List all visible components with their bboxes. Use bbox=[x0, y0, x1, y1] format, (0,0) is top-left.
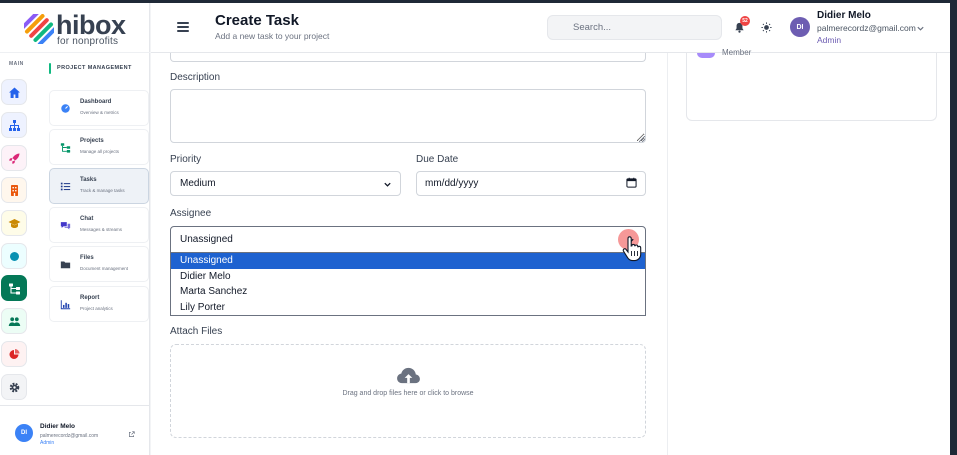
priority-value: Medium bbox=[180, 178, 216, 189]
menu-toggle-icon[interactable] bbox=[177, 22, 189, 32]
sidebar-item-description: Project analytics bbox=[80, 306, 113, 311]
chat-icon bbox=[60, 222, 71, 230]
sidebar-item-description: Overview & metrics bbox=[80, 110, 119, 115]
assignee-option[interactable]: Marta Sanchez bbox=[171, 284, 645, 300]
app-logo[interactable]: hibox for nonprofits bbox=[24, 10, 134, 47]
rocket-icon bbox=[8, 153, 19, 164]
top-header: Create Task Add a new task to your proje… bbox=[151, 3, 950, 53]
section-accent-bar bbox=[49, 63, 51, 74]
gear-icon bbox=[9, 382, 19, 392]
hand-cursor-icon bbox=[622, 236, 642, 262]
sidebar-item-dashboard[interactable]: Dashboard Overview & metrics bbox=[49, 90, 149, 126]
project-tree-icon bbox=[60, 143, 71, 153]
chevron-down-icon[interactable] bbox=[383, 180, 392, 189]
priority-select[interactable]: Medium bbox=[170, 171, 401, 196]
description-textarea[interactable] bbox=[170, 89, 646, 143]
resize-grip-icon[interactable] bbox=[639, 136, 645, 142]
sidebar-user-name: Didier Melo bbox=[40, 423, 76, 430]
header-user-role: Admin bbox=[817, 35, 842, 45]
member-avatar bbox=[697, 53, 715, 58]
sidebar-item-description: Track & manage tasks bbox=[80, 188, 125, 193]
rail-button-1[interactable] bbox=[1, 112, 27, 138]
sidebar-item-label: Files bbox=[80, 255, 94, 261]
page-title: Create Task bbox=[215, 12, 299, 29]
report-icon bbox=[60, 300, 71, 310]
rail-section-label: MAIN bbox=[9, 61, 24, 67]
rail-button-6[interactable] bbox=[1, 275, 27, 301]
sidebar-item-label: Report bbox=[80, 295, 100, 301]
cloud-upload-icon bbox=[397, 367, 420, 384]
assignee-label: Assignee bbox=[170, 208, 212, 219]
due-date-label: Due Date bbox=[416, 154, 459, 165]
member-card bbox=[686, 53, 937, 121]
project-tree-icon bbox=[8, 283, 20, 294]
sidebar-item-tasks[interactable]: Tasks Track & manage tasks bbox=[49, 168, 149, 204]
sun-icon[interactable] bbox=[761, 22, 772, 33]
rail-button-5[interactable] bbox=[1, 243, 27, 269]
section-title: PROJECT MANAGEMENT bbox=[57, 65, 132, 71]
sidebar-item-label: Chat bbox=[80, 216, 94, 222]
sidebar-user-role: Admin bbox=[40, 440, 55, 446]
dashboard-icon bbox=[61, 104, 70, 113]
sidebar-item-label: Projects bbox=[80, 138, 104, 144]
graduation-icon bbox=[8, 218, 20, 228]
chevron-down-icon[interactable] bbox=[916, 24, 925, 33]
sidebar-user-divider bbox=[0, 405, 150, 406]
rail-button-2[interactable] bbox=[1, 145, 27, 171]
rail-button-8[interactable] bbox=[1, 341, 27, 367]
attach-files-label: Attach Files bbox=[170, 326, 223, 337]
calendar-icon[interactable] bbox=[626, 177, 637, 188]
header-user-name: Didier Melo bbox=[817, 10, 871, 21]
sidebar-item-description: Document management bbox=[80, 266, 129, 271]
rail-button-0[interactable] bbox=[1, 79, 27, 105]
home-icon bbox=[8, 87, 20, 98]
assignee-option[interactable]: Unassigned bbox=[171, 253, 645, 269]
rail-button-7[interactable] bbox=[1, 308, 27, 334]
sidebar-item-report[interactable]: Report Project analytics bbox=[49, 286, 149, 322]
due-date-input[interactable]: mm/dd/yyyy bbox=[416, 171, 646, 196]
title-input[interactable] bbox=[170, 53, 646, 62]
sidebar: hibox for nonprofits MAIN PROJECT MANAGE… bbox=[0, 3, 150, 455]
sidebar-item-chat[interactable]: Chat Messages & streams bbox=[49, 207, 149, 243]
circle-icon bbox=[9, 251, 19, 261]
sidebar-divider bbox=[0, 52, 150, 53]
task-list-icon bbox=[60, 182, 71, 191]
sidebar-item-projects[interactable]: Projects Manage all projects bbox=[49, 129, 149, 165]
window-frame-right bbox=[950, 0, 957, 455]
pie-chart-icon bbox=[9, 348, 19, 359]
member-role: Member bbox=[722, 48, 752, 57]
rail-button-9[interactable] bbox=[1, 374, 27, 400]
hierarchy-icon bbox=[8, 119, 20, 131]
page-subtitle: Add a new task to your project bbox=[215, 31, 330, 41]
sidebar-item-description: Messages & streams bbox=[80, 227, 123, 232]
sidebar-item-label: Dashboard bbox=[80, 99, 112, 105]
assignee-select[interactable]: Unassigned bbox=[170, 226, 646, 253]
dropzone-text: Drag and drop files here or click to bro… bbox=[342, 390, 474, 397]
description-label: Description bbox=[170, 72, 221, 83]
sidebar-item-label: Tasks bbox=[80, 177, 97, 183]
sidebar-item-description: Manage all projects bbox=[80, 149, 120, 154]
logo-tagline: for nonprofits bbox=[57, 36, 119, 47]
sidebar-item-files[interactable]: Files Document management bbox=[49, 246, 149, 282]
priority-label: Priority bbox=[170, 154, 202, 165]
assignee-options-list: Unassigned Didier Melo Marta Sanchez Lily P… bbox=[170, 253, 646, 316]
assignee-value: Unassigned bbox=[180, 234, 233, 245]
assignee-option[interactable]: Lily Porter bbox=[171, 300, 645, 316]
notification-badge: 52 bbox=[740, 16, 750, 26]
header-user-avatar[interactable]: DI bbox=[790, 17, 810, 37]
users-icon bbox=[8, 316, 20, 326]
folder-icon bbox=[60, 261, 71, 269]
sidebar-user-email: palmerecordz@gmail.com bbox=[40, 433, 99, 439]
rail-button-4[interactable] bbox=[1, 210, 27, 236]
assignee-option[interactable]: Didier Melo bbox=[171, 269, 645, 285]
sidebar-user-avatar[interactable]: DI bbox=[15, 424, 33, 442]
rail-button-3[interactable] bbox=[1, 177, 27, 203]
search-input[interactable] bbox=[547, 15, 722, 40]
due-date-placeholder: mm/dd/yyyy bbox=[425, 178, 479, 189]
building-icon bbox=[10, 184, 18, 196]
external-link-icon[interactable] bbox=[128, 431, 135, 438]
logo-mark-icon bbox=[24, 14, 54, 44]
header-user-email: palmerecordz@gmail.com bbox=[817, 23, 916, 33]
